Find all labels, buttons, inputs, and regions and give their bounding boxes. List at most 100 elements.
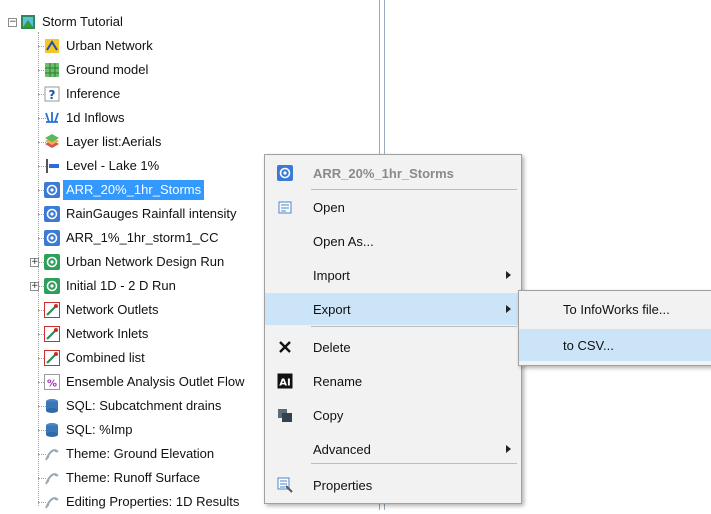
submenu-arrow-icon — [506, 445, 511, 453]
tree-item[interactable]: Layer list:Aerials — [44, 130, 164, 154]
tree-item-label: Combined list — [66, 350, 145, 365]
sql-icon — [44, 422, 60, 438]
tree-item-label: Theme: Ground Elevation — [66, 446, 215, 461]
submenu-arrow-icon — [506, 305, 511, 313]
selection-list-icon — [44, 350, 60, 366]
svg-text:AI: AI — [279, 378, 290, 389]
menu-separator — [311, 326, 517, 327]
inflows-icon — [44, 110, 60, 126]
menu-item-label: Export — [313, 301, 351, 317]
tree-item[interactable]: SQL: Subcatchment drains — [44, 394, 224, 418]
tree-item[interactable]: Initial 1D - 2 D Run — [44, 274, 179, 298]
tree-item-label: 1d Inflows — [66, 110, 125, 125]
tree-item[interactable]: ARR_20%_1hr_Storms — [44, 178, 205, 202]
tree-item[interactable]: Editing Properties: 1D Results — [44, 490, 242, 514]
copy-icon — [277, 407, 293, 423]
tree-item[interactable]: Combined list — [44, 346, 148, 370]
tree-item[interactable]: Ground model — [44, 58, 151, 82]
tree-view[interactable]: − Storm Tutorial Urban Network Ground mod… — [0, 0, 290, 510]
percent-icon: % — [44, 374, 60, 390]
menu-item-rename[interactable]: AI Rename — [265, 365, 521, 397]
export-to-infoworks-item[interactable]: To InfoWorks file... — [519, 293, 711, 325]
svg-text:?: ? — [49, 88, 56, 102]
menu-item-properties[interactable]: Properties — [265, 469, 521, 501]
rename-icon: AI — [277, 373, 293, 389]
rainfall-event-icon — [44, 206, 60, 222]
tree-item[interactable]: ARR_1%_1hr_storm1_CC — [44, 226, 221, 250]
tree-item[interactable]: Theme: Runoff Surface — [44, 466, 203, 490]
tree-item[interactable]: Level - Lake 1% — [44, 154, 162, 178]
selection-list-icon — [44, 326, 60, 342]
tree-item-label: Editing Properties: 1D Results — [66, 494, 240, 509]
tree-item-label: Theme: Runoff Surface — [66, 470, 201, 485]
theme-icon — [44, 446, 60, 462]
menu-item-label: Open — [313, 199, 345, 215]
tree-item[interactable]: Urban Network — [44, 34, 156, 58]
submenu-item-label: To InfoWorks file... — [563, 301, 670, 317]
svg-text:%: % — [47, 379, 57, 390]
tree-item[interactable]: % Ensemble Analysis Outlet Flow — [44, 370, 247, 394]
menu-separator — [311, 189, 517, 190]
tree-item-label: Level - Lake 1% — [66, 158, 160, 173]
collapse-toggle[interactable]: − — [8, 18, 17, 27]
tree-item-label: SQL: %Imp — [66, 422, 133, 437]
tree-item-label: Layer list:Aerials — [66, 134, 162, 149]
menu-item-label: Open As... — [313, 233, 374, 249]
submenu-item-label: to CSV... — [563, 337, 614, 353]
ground-model-icon — [44, 62, 60, 78]
expand-toggle[interactable]: + — [30, 282, 39, 291]
rainfall-event-icon — [44, 182, 60, 198]
tree-item-label: Network Inlets — [66, 326, 149, 341]
menu-item-import[interactable]: Import — [265, 259, 521, 291]
run-group-icon — [44, 278, 60, 294]
level-icon — [44, 158, 60, 174]
tree-item-storm-tutorial[interactable]: Storm Tutorial — [20, 10, 126, 34]
menu-item-delete[interactable]: Delete — [265, 331, 521, 363]
run-group-icon — [44, 254, 60, 270]
tree-item[interactable]: RainGauges Rainfall intensity — [44, 202, 240, 226]
tree-item[interactable]: Network Outlets — [44, 298, 161, 322]
menu-item-label: Import — [313, 267, 350, 283]
menu-item-label: Delete — [313, 339, 351, 355]
open-icon — [277, 199, 293, 215]
tree-item[interactable]: Network Inlets — [44, 322, 151, 346]
theme-icon — [44, 470, 60, 486]
tree-item-label: RainGauges Rainfall intensity — [66, 206, 237, 221]
menu-item-copy[interactable]: Copy — [265, 399, 521, 431]
rainfall-event-icon — [44, 230, 60, 246]
properties-icon — [277, 477, 293, 493]
sql-icon — [44, 398, 60, 414]
tree-item-label: ARR_1%_1hr_storm1_CC — [66, 230, 219, 245]
tree-item-label: Urban Network Design Run — [66, 254, 225, 269]
menu-item-advanced[interactable]: Advanced — [265, 433, 521, 465]
tree-item[interactable]: 1d Inflows — [44, 106, 128, 130]
tree-item-label: Ground model — [66, 62, 149, 77]
export-to-csv-item[interactable]: to CSV... — [519, 329, 711, 361]
tree-item[interactable]: SQL: %Imp — [44, 418, 135, 442]
menu-item-open-as[interactable]: Open As... — [265, 225, 521, 257]
tree-item-label: Network Outlets — [66, 302, 159, 317]
context-menu-header: ARR_20%_1hr_Storms — [265, 157, 521, 189]
delete-icon — [277, 339, 293, 355]
tree-item-label: Initial 1D - 2 D Run — [66, 278, 176, 293]
menu-item-open[interactable]: Open — [265, 191, 521, 223]
theme-icon — [44, 494, 60, 510]
menu-item-label: Rename — [313, 373, 363, 389]
menu-item-label: Advanced — [313, 441, 371, 457]
layer-list-icon — [44, 134, 60, 150]
inference-icon: ? — [44, 86, 60, 102]
tree-item[interactable]: ? Inference — [44, 82, 123, 106]
tree-guide-line — [38, 32, 39, 506]
tree-item-label: Urban Network — [66, 38, 153, 53]
menu-item-label: Properties — [313, 477, 373, 493]
selection-list-icon — [44, 302, 60, 318]
menu-item-export[interactable]: Export — [265, 293, 521, 325]
menu-item-label: Copy — [313, 407, 344, 423]
tree-item-label: Inference — [66, 86, 121, 101]
context-menu-title: ARR_20%_1hr_Storms — [313, 165, 454, 181]
tree-item[interactable]: Urban Network Design Run — [44, 250, 227, 274]
expand-toggle[interactable]: + — [30, 258, 39, 267]
tree-item[interactable]: Theme: Ground Elevation — [44, 442, 217, 466]
tree-item-label: SQL: Subcatchment drains — [66, 398, 222, 413]
storm-tutorial-icon — [20, 14, 36, 30]
